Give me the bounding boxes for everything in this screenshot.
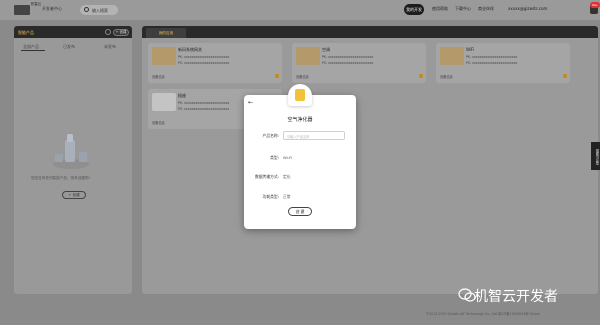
active-tab-indicator [21, 50, 45, 51]
card-pk: PK: xxxxxxxxxxxxxxxxxxxxxxxx [178, 101, 230, 105]
product-image [152, 47, 176, 65]
card-foot: 设备信息 [152, 75, 165, 79]
card-title: WiFi [466, 47, 475, 52]
search-icon [84, 7, 89, 12]
create-product-button[interactable]: + 创建 [113, 29, 129, 36]
card-ps: PS: xxxxxxxxxxxxxxxxxxxxxxxx [466, 61, 518, 65]
confirm-create-button[interactable]: 创 建 [288, 207, 312, 216]
card-ps: PS: xxxxxxxxxxxxxxxxxxxxxxxx [178, 107, 230, 111]
func-value: 正常 [283, 194, 291, 199]
card-title: 插座 [178, 93, 186, 98]
notification-badge: 99+ [590, 2, 600, 8]
card-ps: PS: xxxxxxxxxxxxxxxxxxxxxxxx [178, 61, 230, 65]
help-feedback-tab[interactable]: 帮助与反馈 [591, 142, 600, 170]
card-foot: 设备信息 [152, 121, 165, 125]
card-title: 新风系统网关 [178, 47, 202, 52]
card-foot: 设备信息 [296, 75, 309, 79]
card-status-icon [275, 74, 279, 78]
footer-copyright: ©2013-2020 Gizwits IoT Technology Co., L… [426, 312, 541, 316]
tab-unpublished[interactable]: 未发布 [104, 44, 116, 50]
card-status-icon [563, 74, 567, 78]
tab-published[interactable]: 已发布 [63, 44, 75, 50]
product-image [440, 47, 464, 65]
product-name-input[interactable]: 请输入产品名称 [283, 131, 345, 140]
create-button[interactable]: + 创建 [62, 191, 86, 199]
help-icon[interactable] [105, 29, 111, 35]
card-pk: PK: xxxxxxxxxxxxxxxxxxxxxxxx [178, 55, 230, 59]
main-panel-header [142, 26, 598, 38]
card-ps: PS: xxxxxxxxxxxxxxxxxxxxxxxx [322, 61, 374, 65]
nav-download[interactable]: 下载中心 [455, 6, 471, 12]
empty-state-text: 您还没有任何智能产品，快来创建吧! [31, 176, 90, 180]
left-panel-title: 智能产品 [18, 30, 34, 35]
dialog-title: 空气净化器 [287, 117, 313, 123]
dev-center-label: 开发者中心 [42, 6, 62, 11]
transfer-value: 定长 [283, 174, 291, 179]
search-placeholder: 输入搜索 [92, 8, 108, 13]
empty-state-illustration [53, 134, 89, 169]
card-title: 空调 [322, 47, 330, 52]
air-purifier-icon [295, 89, 305, 101]
back-arrow-icon[interactable]: ← [248, 99, 253, 106]
nav-my-dev[interactable]: 我的开发 [404, 4, 424, 15]
nav-help[interactable]: 使用帮助 [432, 6, 448, 12]
func-label: 功耗类型: [262, 194, 279, 199]
card-foot: 设备信息 [440, 75, 453, 79]
gizwits-logo[interactable] [14, 5, 30, 15]
name-label: 产品名称: [262, 133, 279, 138]
watermark: 机智云开发者 [474, 289, 558, 305]
logo-text: 机智云 [31, 2, 42, 6]
product-image [296, 47, 320, 65]
card-pk: PK: xxxxxxxxxxxxxxxxxxxxxxxx [322, 55, 374, 59]
nav-partners[interactable]: 商业伙伴 [478, 6, 494, 12]
type-label: 类型: [270, 155, 279, 160]
transfer-label: 数据传输方式: [254, 174, 279, 179]
user-email[interactable]: xxxxx@gizwits.com [508, 6, 547, 11]
product-image [152, 93, 176, 111]
card-pk: PK: xxxxxxxxxxxxxxxxxxxxxxxx [466, 55, 518, 59]
type-value: Wi-Fi [283, 155, 293, 160]
card-status-icon [419, 74, 423, 78]
search-input[interactable]: 输入搜索 [80, 5, 118, 15]
tab-my-apps[interactable]: 我的应用 [146, 28, 186, 38]
